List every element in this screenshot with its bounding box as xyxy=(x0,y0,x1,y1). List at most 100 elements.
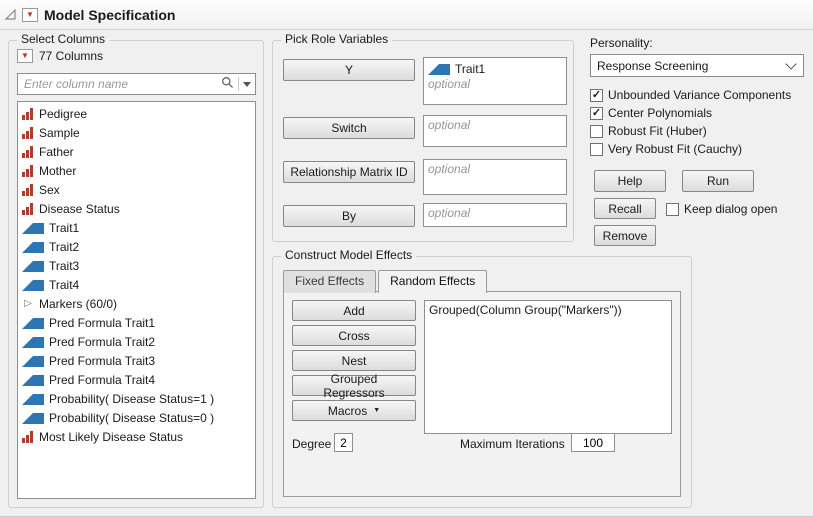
column-item[interactable]: Pred Formula Trait1 xyxy=(18,313,255,332)
model-effects-list[interactable]: Grouped(Column Group("Markers")) xyxy=(424,300,672,434)
column-list: Pedigree Sample Father Mother Sex Diseas… xyxy=(17,101,256,499)
nest-button[interactable]: Nest xyxy=(292,350,416,371)
column-item[interactable]: Probability( Disease Status=1 ) xyxy=(18,389,255,408)
column-item[interactable]: Most Likely Disease Status xyxy=(18,427,255,446)
checkbox-keep-dialog-open[interactable]: Keep dialog open xyxy=(666,202,777,216)
search-separator xyxy=(238,77,239,91)
column-group-item[interactable]: ▷Markers (60/0) xyxy=(18,294,255,313)
column-item[interactable]: Pred Formula Trait3 xyxy=(18,351,255,370)
run-button[interactable]: Run xyxy=(682,170,754,192)
column-search-input[interactable] xyxy=(22,76,217,92)
effects-tabs: Fixed Effects Random Effects xyxy=(283,270,489,293)
y-role-placeholder: optional xyxy=(428,77,562,91)
column-label: Trait1 xyxy=(49,221,79,235)
nominal-icon xyxy=(22,431,34,443)
column-item[interactable]: Trait1 xyxy=(18,218,255,237)
macros-button[interactable]: Macros ▼ xyxy=(292,400,416,421)
page-title: Model Specification xyxy=(44,7,175,23)
continuous-icon xyxy=(428,64,450,75)
random-effects-tab-panel: Add Cross Nest Grouped Regressors Macros… xyxy=(283,291,681,497)
column-label: Trait2 xyxy=(49,240,79,254)
continuous-icon xyxy=(22,242,44,253)
continuous-icon xyxy=(22,318,44,329)
maximum-iterations-label: Maximum Iterations xyxy=(460,437,565,451)
column-item[interactable]: Mother xyxy=(18,161,255,180)
relationship-matrix-id-role-box[interactable]: optional xyxy=(423,159,567,195)
column-label: Trait3 xyxy=(49,259,79,273)
column-item[interactable]: Trait4 xyxy=(18,275,255,294)
red-triangle-menu-icon[interactable]: ▼ xyxy=(22,8,38,22)
pick-role-variables-panel: Pick Role Variables Y Trait1 optional Sw… xyxy=(272,40,574,242)
column-label: Disease Status xyxy=(39,202,120,216)
tab-random-effects[interactable]: Random Effects xyxy=(378,270,487,293)
continuous-icon xyxy=(22,280,44,291)
model-effect-entry[interactable]: Grouped(Column Group("Markers")) xyxy=(429,303,667,317)
nominal-icon xyxy=(22,165,34,177)
column-item[interactable]: Pedigree xyxy=(18,104,255,123)
personality-selected-value: Response Screening xyxy=(597,59,708,73)
y-role-box[interactable]: Trait1 optional xyxy=(423,57,567,105)
pick-role-variables-title: Pick Role Variables xyxy=(281,32,392,46)
y-button[interactable]: Y xyxy=(283,59,415,81)
column-item[interactable]: Probability( Disease Status=0 ) xyxy=(18,408,255,427)
checkbox-box[interactable] xyxy=(590,143,603,156)
column-item[interactable]: Sample xyxy=(18,123,255,142)
relationship-matrix-id-placeholder: optional xyxy=(428,162,562,176)
column-label: Sex xyxy=(39,183,60,197)
continuous-icon xyxy=(22,223,44,234)
continuous-icon xyxy=(22,337,44,348)
continuous-icon xyxy=(22,413,44,424)
switch-role-box[interactable]: optional xyxy=(423,115,567,147)
by-role-box[interactable]: optional xyxy=(423,203,567,227)
checkbox-box[interactable]: ✓ xyxy=(590,89,603,102)
add-button[interactable]: Add xyxy=(292,300,416,321)
column-item[interactable]: Pred Formula Trait2 xyxy=(18,332,255,351)
column-label: Pred Formula Trait4 xyxy=(49,373,155,387)
column-item[interactable]: Pred Formula Trait4 xyxy=(18,370,255,389)
cross-button[interactable]: Cross xyxy=(292,325,416,346)
nominal-icon xyxy=(22,203,34,215)
column-label: Mother xyxy=(39,164,76,178)
columns-red-triangle-icon[interactable]: ▼ xyxy=(17,49,33,63)
checkbox-box[interactable]: ✓ xyxy=(590,107,603,120)
construct-model-effects-title: Construct Model Effects xyxy=(281,248,416,262)
checkbox-robust-fit-huber[interactable]: Robust Fit (Huber) xyxy=(590,124,707,138)
switch-button[interactable]: Switch xyxy=(283,117,415,139)
checkbox-box[interactable] xyxy=(666,203,679,216)
column-label: Pred Formula Trait1 xyxy=(49,316,155,330)
search-dropdown-icon[interactable] xyxy=(243,82,251,87)
nominal-icon xyxy=(22,108,34,120)
grouped-regressors-button[interactable]: Grouped Regressors xyxy=(292,375,416,396)
checkbox-label: Very Robust Fit (Cauchy) xyxy=(608,142,742,156)
column-label: Pred Formula Trait3 xyxy=(49,354,155,368)
help-button[interactable]: Help xyxy=(594,170,666,192)
disclosure-closed-icon[interactable]: ▷ xyxy=(22,298,34,309)
search-icon[interactable] xyxy=(221,76,234,92)
personality-dropdown[interactable]: Response Screening xyxy=(590,54,804,77)
checkbox-unbounded-variance-components[interactable]: ✓ Unbounded Variance Components xyxy=(590,88,791,102)
maximum-iterations-input[interactable] xyxy=(571,433,615,452)
column-item[interactable]: Trait3 xyxy=(18,256,255,275)
degree-input[interactable] xyxy=(334,433,353,452)
by-button[interactable]: By xyxy=(283,205,415,227)
nominal-icon xyxy=(22,127,34,139)
remove-button[interactable]: Remove xyxy=(594,225,656,246)
relationship-matrix-id-button[interactable]: Relationship Matrix ID xyxy=(283,161,415,183)
column-label: Pred Formula Trait2 xyxy=(49,335,155,349)
y-role-value: Trait1 xyxy=(455,62,485,76)
column-item[interactable]: Father xyxy=(18,142,255,161)
checkbox-box[interactable] xyxy=(590,125,603,138)
select-columns-title: Select Columns xyxy=(17,32,109,46)
column-item[interactable]: Disease Status xyxy=(18,199,255,218)
columns-count-row: ▼ 77 Columns xyxy=(17,49,103,63)
select-columns-panel: Select Columns ▼ 77 Columns Pedigree Sam… xyxy=(8,40,264,508)
column-item[interactable]: Sex xyxy=(18,180,255,199)
tab-fixed-effects[interactable]: Fixed Effects xyxy=(283,270,376,293)
y-role-value-row[interactable]: Trait1 xyxy=(428,60,562,77)
checkbox-center-polynomials[interactable]: ✓ Center Polynomials xyxy=(590,106,712,120)
checkbox-very-robust-fit-cauchy[interactable]: Very Robust Fit (Cauchy) xyxy=(590,142,742,156)
column-item[interactable]: Trait2 xyxy=(18,237,255,256)
recall-button[interactable]: Recall xyxy=(594,198,656,219)
chevron-down-icon xyxy=(785,58,796,69)
disclosure-open-icon[interactable] xyxy=(5,9,16,20)
